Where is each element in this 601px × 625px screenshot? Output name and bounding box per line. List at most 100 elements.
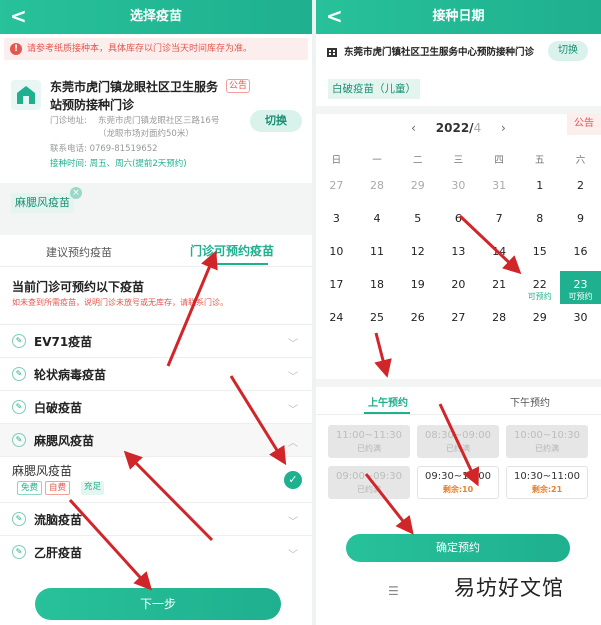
calendar-day[interactable]: 14: [479, 238, 520, 271]
remove-chip-icon[interactable]: ×: [70, 187, 82, 199]
stock-status-badge: 充足: [81, 481, 105, 495]
day-number: 28: [370, 179, 385, 192]
calendar-day[interactable]: 27: [316, 172, 357, 205]
calendar-day[interactable]: 3: [316, 205, 357, 238]
slot-status: 剩余:10: [442, 485, 474, 494]
calendar-day[interactable]: 29: [519, 304, 560, 337]
clinic-name: 东莞市虎门镇龙眼社区卫生服务站预防接种门诊: [50, 80, 219, 112]
calendar-day[interactable]: 8: [519, 205, 560, 238]
calendar-day[interactable]: 15: [519, 238, 560, 271]
day-number: 30: [451, 179, 466, 192]
calendar-day[interactable]: 16: [560, 238, 601, 271]
calendar-day[interactable]: 9: [560, 205, 601, 238]
slot-status: 已约满: [357, 485, 381, 494]
back-button-left[interactable]: <: [10, 4, 27, 28]
calendar-day[interactable]: 5: [397, 205, 438, 238]
header-bar-left: < 选择疫苗: [0, 0, 312, 34]
time-slot-full: 08:30~09:00 已约满: [417, 425, 499, 458]
period-tabs: 上午预约 下午预约: [316, 389, 601, 415]
calendar-day[interactable]: 13: [438, 238, 479, 271]
calendar-day[interactable]: 20: [438, 271, 479, 304]
day-number: 26: [410, 311, 425, 324]
calendar-day[interactable]: 21: [479, 271, 520, 304]
calendar-day[interactable]: 1: [519, 172, 560, 205]
day-number: 1: [536, 179, 544, 192]
slot-time: 10:00~10:30: [513, 430, 580, 441]
menu-icon[interactable]: ☰: [388, 584, 399, 598]
announcement-badge[interactable]: 公告: [226, 79, 251, 93]
day-number: 27: [451, 311, 466, 324]
next-step-button[interactable]: 下一步: [35, 588, 281, 620]
time-slot-available[interactable]: 09:30~10:00 剩余:10: [417, 466, 499, 499]
day-number: 3: [332, 212, 340, 225]
switch-clinic-button-right[interactable]: 切换: [548, 41, 588, 61]
calendar-day[interactable]: 30: [438, 172, 479, 205]
address-label: 门诊地址:: [50, 116, 87, 126]
calendar-day[interactable]: 19: [397, 271, 438, 304]
slot-status: 剩余:21: [531, 485, 563, 494]
calendar-day[interactable]: 10: [316, 238, 357, 271]
address-line2: （龙眼市场对面约50米）: [98, 129, 194, 139]
calendar-day[interactable]: 18: [357, 271, 398, 304]
time-slot-full: 10:00~10:30 已约满: [506, 425, 588, 458]
calendar-day[interactable]: 2: [560, 172, 601, 205]
slot-status: 已约满: [446, 444, 470, 453]
back-button-right[interactable]: <: [326, 4, 343, 28]
vaccine-row-rotavirus[interactable]: ✎ 轮状病毒疫苗 ﹀: [0, 357, 312, 390]
confirm-booking-button[interactable]: 确定预约: [346, 534, 570, 562]
option-tags: 免费 自费 充足: [17, 481, 105, 495]
prev-month-button[interactable]: ‹: [411, 121, 416, 135]
calendar-day[interactable]: 28: [357, 172, 398, 205]
next-month-button[interactable]: ›: [501, 121, 506, 135]
clinic-phone: 联系电话: 0769-81519652: [50, 144, 158, 154]
tab-afternoon[interactable]: 下午预约: [510, 394, 550, 409]
time-slot-full: 09:00~09:30 已约满: [328, 466, 410, 499]
slot-time: 11:00~11:30: [335, 430, 402, 441]
chevron-down-icon: ﹀: [288, 372, 298, 383]
tab-suggested[interactable]: 建议预约疫苗: [46, 244, 112, 260]
vaccine-icon: ✎: [12, 367, 26, 381]
calendar-day[interactable]: 30: [560, 304, 601, 337]
page-title-left: 选择疫苗: [129, 9, 182, 24]
date-select-screen: < 接种日期 东莞市虎门镇社区卫生服务中心预防接种门诊 切换 白破疫苗（儿童） …: [316, 0, 601, 625]
vaccine-row-dt[interactable]: ✎ 白破疫苗 ﹀: [0, 390, 312, 423]
vaccine-row-meningitis[interactable]: ✎ 流脑疫苗 ﹀: [0, 502, 312, 535]
calendar-day[interactable]: 4: [357, 205, 398, 238]
calendar-day[interactable]: 25: [357, 304, 398, 337]
checkmark-icon[interactable]: ✓: [284, 471, 302, 489]
vaccine-icon: ✎: [12, 545, 26, 559]
day-number: 17: [329, 278, 344, 291]
month-navigator: ‹ 2022/4 ›: [316, 121, 601, 135]
calendar-day-selected[interactable]: 23 可预约: [560, 271, 601, 304]
calendar-day[interactable]: 7: [479, 205, 520, 238]
calendar-day[interactable]: 29: [397, 172, 438, 205]
time-slot-available[interactable]: 10:30~11:00 剩余:21: [506, 466, 588, 499]
vaccine-row-ev71[interactable]: ✎ EV71疫苗 ﹀: [0, 324, 312, 357]
weekday-label: 一: [372, 155, 382, 166]
day-number: 30: [573, 311, 588, 324]
day-number: 29: [410, 179, 425, 192]
option-name: 麻腮风疫苗: [12, 464, 73, 478]
calendar-day[interactable]: 24: [316, 304, 357, 337]
vaccine-select-screen: < 选择疫苗 ! 请参考纸质接种本，具体库存以门诊当天时间库存为准。 东莞市虎门…: [0, 0, 312, 625]
tab-morning[interactable]: 上午预约: [368, 394, 408, 409]
calendar-day[interactable]: 27: [438, 304, 479, 337]
vaccine-option-mmr[interactable]: 麻腮风疫苗 免费 自费 充足 ✓: [0, 456, 312, 502]
calendar-day[interactable]: 31: [479, 172, 520, 205]
vaccine-row-hepb[interactable]: ✎ 乙肝疫苗 ﹀: [0, 535, 312, 568]
calendar-day[interactable]: 17: [316, 271, 357, 304]
calendar-day[interactable]: 22 可预约: [519, 271, 560, 304]
vaccine-row-mmr[interactable]: ✎ 麻腮风疫苗 ︿: [0, 423, 312, 456]
calendar-day[interactable]: 11: [357, 238, 398, 271]
chevron-up-icon: ︿: [288, 438, 298, 449]
switch-clinic-button[interactable]: 切换: [250, 110, 302, 132]
tab-available[interactable]: 门诊可预约疫苗: [190, 242, 274, 259]
calendar-day[interactable]: 12: [397, 238, 438, 271]
weekday-label: 三: [453, 155, 464, 166]
calendar-day[interactable]: 28: [479, 304, 520, 337]
calendar-day[interactable]: 6: [438, 205, 479, 238]
day-number: 11: [370, 245, 385, 258]
active-tab-indicator: [210, 263, 268, 265]
time-slot-full: 11:00~11:30 已约满: [328, 425, 410, 458]
calendar-day[interactable]: 26: [397, 304, 438, 337]
